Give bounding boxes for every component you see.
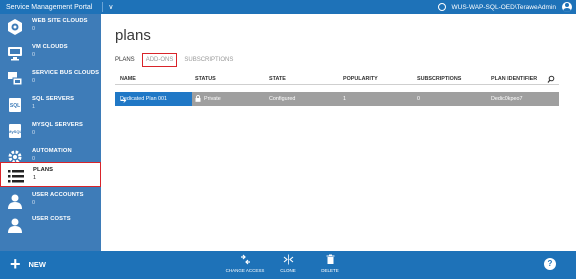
command-label: CLONE: [280, 268, 296, 273]
lock-icon: [195, 95, 201, 102]
tab-plans[interactable]: PLANS: [115, 57, 135, 63]
status-cell: Private: [204, 96, 221, 102]
sidebar-item-label: PLANS: [33, 167, 54, 173]
sidebar-item-sql-servers[interactable]: SQL SQL SERVERS 1: [0, 92, 101, 118]
change-access-button[interactable]: CHANGE ACCESS: [225, 254, 265, 273]
sql-servers-icon: SQL: [5, 95, 25, 115]
command-bar: + NEW CHANGE ACCESS CLONE DELETE ?: [0, 251, 576, 279]
plan-identifier-cell: Dedic0kpeo7: [491, 96, 523, 102]
search-icon[interactable]: [547, 75, 555, 83]
sidebar-item-count: 1: [33, 175, 37, 181]
sidebar-item-web-site-clouds[interactable]: WEB SITE CLOUDS 0: [0, 14, 101, 40]
table-row[interactable]: Dedicated Plan 001 ➔ Private Configured …: [115, 92, 559, 106]
sidebar-item-label: SERVICE BUS CLOUDS: [32, 70, 100, 76]
plan-name[interactable]: Dedicated Plan 001: [120, 96, 167, 102]
sidebar-item-count: 0: [32, 78, 36, 84]
sidebar-item-label: AUTOMATION: [32, 148, 72, 154]
new-label: NEW: [28, 259, 47, 269]
vm-clouds-icon: [5, 43, 25, 63]
column-header-state[interactable]: STATE: [269, 76, 286, 82]
column-header-plan-identifier[interactable]: PLAN IDENTIFIER: [491, 76, 537, 82]
mysql-servers-icon: MySQL: [5, 121, 25, 141]
sidebar-item-mysql-servers[interactable]: MySQL MYSQL SERVERS 0: [0, 118, 101, 144]
svg-text:MySQL: MySQL: [8, 129, 22, 134]
sidebar-item-label: MYSQL SERVERS: [32, 122, 84, 128]
clone-button[interactable]: CLONE: [268, 254, 308, 273]
user-accounts-icon: [5, 191, 25, 211]
sidebar-item-count: 0: [32, 26, 36, 32]
column-header-status[interactable]: STATUS: [195, 76, 216, 82]
tab-add-ons[interactable]: ADD-ONS: [141, 53, 178, 67]
main-content: plans PLANS ADD-ONS SUBSCRIPTIONS NAME S…: [101, 14, 576, 251]
column-header-subscriptions[interactable]: SUBSCRIPTIONS: [417, 76, 461, 82]
change-access-icon: [240, 254, 250, 265]
sidebar-item-label: VM CLOUDS: [32, 44, 68, 50]
plan-name-cell[interactable]: Dedicated Plan 001 ➔: [115, 92, 192, 106]
sidebar-item-service-bus-clouds[interactable]: SERVICE BUS CLOUDS 0: [0, 66, 101, 92]
portal-title[interactable]: Service Management Portal: [0, 4, 92, 11]
user-costs-icon: [5, 215, 25, 235]
sidebar-item-vm-clouds[interactable]: VM CLOUDS 0: [0, 40, 101, 66]
sidebar-item-count: 0: [32, 130, 36, 136]
sidebar-item-label: SQL SERVERS: [32, 96, 75, 102]
subscriptions-cell: 0: [417, 96, 420, 102]
tab-subscriptions[interactable]: SUBSCRIPTIONS: [184, 57, 233, 63]
tab-bar: PLANS ADD-ONS SUBSCRIPTIONS: [115, 53, 243, 67]
title-divider: [102, 2, 104, 12]
delete-button[interactable]: DELETE: [310, 254, 350, 273]
globe-icon[interactable]: [437, 3, 446, 11]
service-bus-clouds-icon: [5, 69, 25, 89]
delete-icon: [326, 254, 334, 264]
top-bar: Service Management Portal ∨ WUS-WAP-SQL-…: [0, 0, 576, 14]
sidebar-item-count: 0: [32, 52, 36, 58]
sidebar-item-count: 1: [32, 104, 36, 110]
arrow-right-icon[interactable]: ➔: [120, 96, 127, 105]
plans-icon: [6, 166, 26, 186]
command-label: CHANGE ACCESS: [225, 268, 265, 273]
help-icon[interactable]: ?: [544, 258, 556, 270]
web-site-clouds-icon: [5, 17, 25, 37]
command-label: DELETE: [321, 268, 339, 273]
user-name[interactable]: WUS-WAP-SQL-OED\TeraweAdmin: [452, 4, 557, 11]
clone-icon: [283, 254, 293, 265]
sidebar-item-label: USER ACCOUNTS: [32, 192, 84, 198]
column-header-name[interactable]: NAME: [120, 76, 136, 82]
sidebar-item-user-costs[interactable]: USER COSTS: [0, 212, 101, 238]
table-header: NAME STATUS STATE POPULARITY SUBSCRIPTIO…: [115, 73, 559, 85]
sidebar: WEB SITE CLOUDS 0 VM CLOUDS 0 SERVICE BUS …: [0, 14, 101, 251]
page-title: plans: [115, 27, 151, 44]
chevron-down-icon[interactable]: ∨: [108, 3, 113, 11]
svg-text:SQL: SQL: [10, 103, 20, 109]
sidebar-item-count: 0: [32, 200, 36, 206]
sidebar-item-user-accounts[interactable]: USER ACCOUNTS 0: [0, 188, 101, 214]
popularity-cell: 1: [343, 96, 346, 102]
column-header-popularity[interactable]: POPULARITY: [343, 76, 378, 82]
avatar-icon[interactable]: [562, 2, 572, 12]
sidebar-item-label: WEB SITE CLOUDS: [32, 18, 88, 24]
new-button[interactable]: + NEW: [10, 254, 47, 274]
plus-icon: +: [10, 254, 21, 274]
sidebar-item-label: USER COSTS: [32, 216, 71, 222]
state-cell: Configured: [269, 96, 296, 102]
account-area: WUS-WAP-SQL-OED\TeraweAdmin: [437, 0, 572, 14]
sidebar-item-plans[interactable]: PLANS 1: [0, 162, 101, 187]
